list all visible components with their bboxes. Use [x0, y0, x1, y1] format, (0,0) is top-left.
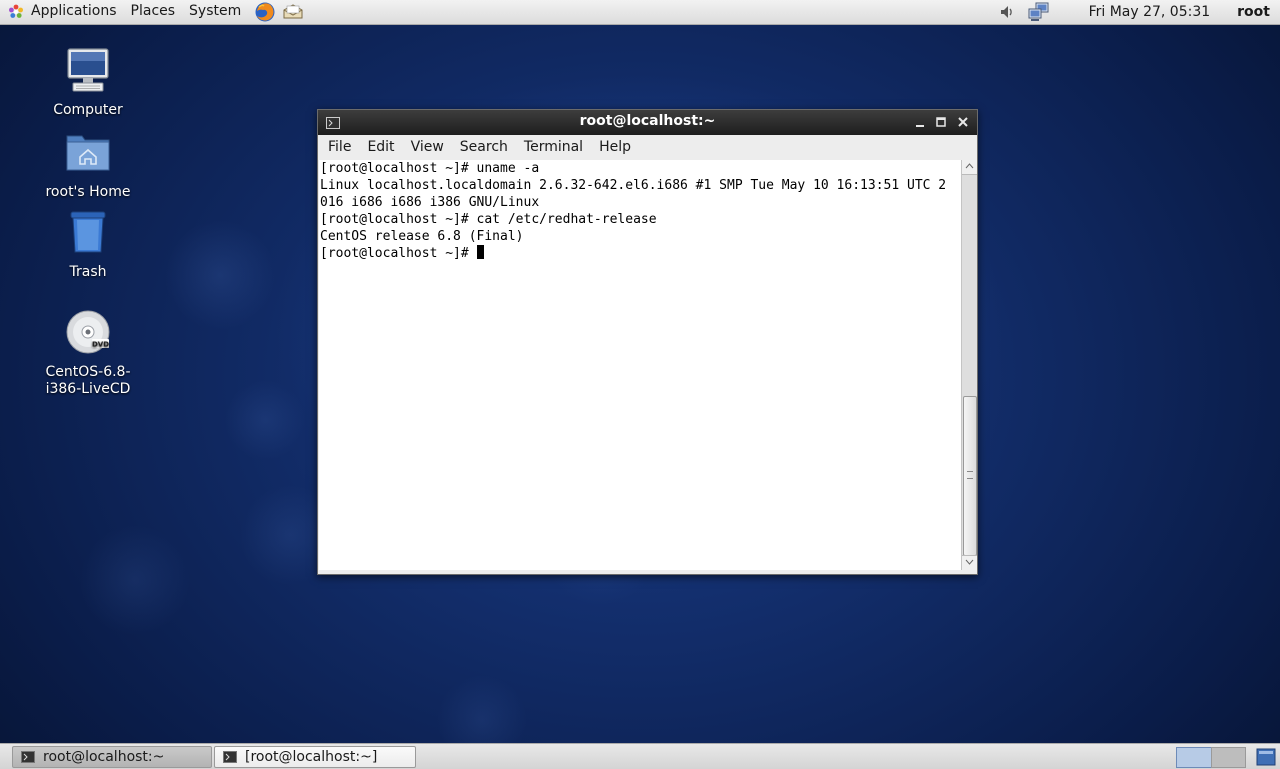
terminal-menubar: File Edit View Search Terminal Help: [318, 135, 977, 159]
maximize-button[interactable]: [934, 115, 948, 129]
terminal-titlebar[interactable]: root@localhost:~: [318, 110, 977, 135]
menu-search[interactable]: Search: [450, 139, 514, 155]
close-button[interactable]: [956, 115, 970, 129]
minimize-button[interactable]: [913, 115, 927, 129]
terminal-line: 016 i686 i686 i386 GNU/Linux: [320, 195, 540, 210]
scroll-down-button[interactable]: [962, 555, 977, 570]
close-icon: [958, 117, 968, 127]
show-desktop-icon[interactable]: [1256, 748, 1276, 766]
desktop-icon-trash[interactable]: Trash: [28, 208, 148, 280]
applications-icon: [9, 4, 23, 18]
menu-edit[interactable]: Edit: [357, 139, 400, 155]
workspace-2[interactable]: [1211, 747, 1246, 768]
network-icon[interactable]: [1027, 2, 1051, 22]
terminal-icon: [21, 751, 35, 763]
terminal-output[interactable]: [root@localhost ~]# uname -a Linux local…: [319, 160, 961, 570]
terminal-window[interactable]: root@localhost:~ File Edit View Search T…: [317, 109, 978, 575]
terminal-icon: [223, 751, 237, 763]
workspace-1[interactable]: [1176, 747, 1212, 768]
terminal-title: root@localhost:~: [579, 113, 716, 129]
desktop-icon-home[interactable]: root's Home: [28, 128, 148, 200]
mail-launcher[interactable]: [282, 1, 304, 23]
chevron-up-icon: [965, 163, 974, 169]
maximize-icon: [936, 117, 946, 127]
desktop-icon-label: root's Home: [45, 184, 131, 200]
desktop-icon-label: CentOS-6.8-i386-LiveCD: [45, 364, 131, 397]
terminal-line: [root@localhost ~]# uname -a: [320, 161, 540, 176]
chevron-down-icon: [965, 559, 974, 565]
taskbar-item-label: [root@localhost:~]: [245, 749, 378, 765]
computer-icon: [67, 48, 109, 92]
terminal-prompt-line[interactable]: [root@localhost ~]#: [319, 245, 961, 262]
firefox-launcher[interactable]: [254, 1, 276, 23]
taskbar-item-terminal[interactable]: [root@localhost:~]: [214, 746, 416, 768]
menu-places[interactable]: Places: [124, 0, 183, 24]
dvd-icon: DVD: [66, 310, 110, 354]
desktop-icon-dvd[interactable]: DVD CentOS-6.8-i386-LiveCD: [28, 308, 148, 398]
scroll-up-button[interactable]: [962, 160, 977, 175]
menu-terminal[interactable]: Terminal: [514, 139, 589, 155]
terminal-prompt: [root@localhost ~]#: [320, 246, 477, 261]
terminal-scrollbar[interactable]: [961, 160, 977, 570]
desktop-icon-label: Trash: [69, 264, 107, 280]
menu-file[interactable]: File: [318, 139, 357, 155]
desktop-icon-label: Computer: [53, 102, 123, 118]
bottom-panel: root@localhost:~ [root@localhost:~]: [0, 743, 1280, 769]
mail-icon: [283, 4, 303, 19]
desktop-icon-computer[interactable]: Computer: [28, 46, 148, 118]
menu-view[interactable]: View: [401, 139, 450, 155]
user-menu[interactable]: root: [1237, 4, 1270, 20]
minimize-icon: [916, 125, 924, 127]
firefox-icon: [255, 2, 275, 22]
top-panel-right: Fri May 27, 05:31 root: [998, 0, 1280, 24]
terminal-line: CentOS release 6.8 (Final): [320, 229, 524, 244]
terminal-line: Linux localhost.localdomain 2.6.32-642.e…: [320, 178, 947, 193]
menu-system[interactable]: System: [182, 0, 248, 24]
dvd-badge-text: DVD: [92, 341, 109, 349]
trash-icon: [70, 211, 106, 253]
menu-help[interactable]: Help: [589, 139, 637, 155]
volume-icon[interactable]: [998, 3, 1016, 21]
clock[interactable]: Fri May 27, 05:31: [1089, 4, 1211, 20]
menu-applications[interactable]: Applications: [24, 0, 124, 24]
top-panel: Applications Places System Fri May 27, 0…: [0, 0, 1280, 25]
home-folder-icon: [66, 135, 110, 171]
terminal-cursor: [476, 245, 484, 259]
taskbar-item-terminal-active[interactable]: root@localhost:~: [12, 746, 212, 768]
scroll-grip-icon: [967, 471, 973, 479]
terminal-line: [root@localhost ~]# cat /etc/redhat-rele…: [320, 212, 657, 227]
scroll-thumb[interactable]: [963, 396, 977, 556]
taskbar-item-label: root@localhost:~: [43, 749, 165, 765]
